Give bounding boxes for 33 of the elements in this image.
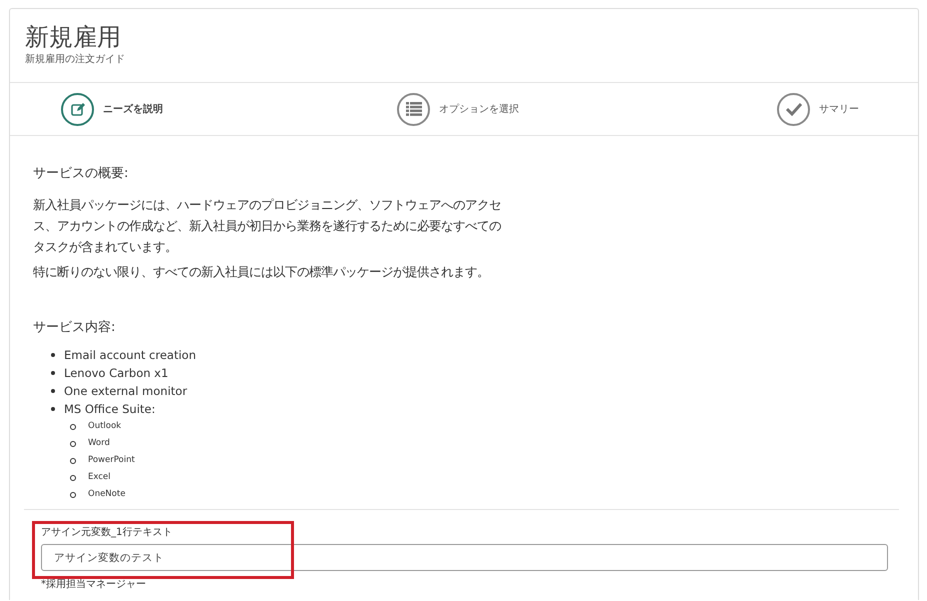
list-item: Excel — [88, 471, 111, 484]
paragraph: 新入社員パッケージには、ハードウェアのプロビジョニング、ソフトウェアへのアクセス、アカウントの作成など、新入社員が初日から業務を遂行するために必要なすべてのタスクが含まれています。 — [33, 196, 502, 256]
edit-icon[interactable] — [61, 92, 94, 126]
input-field[interactable]: アサイン変数のテスト — [41, 544, 888, 571]
list-item: PowerPoint — [88, 454, 135, 467]
step-label[interactable]: サマリー — [819, 102, 859, 116]
list-item: Lenovo Carbon x1 — [64, 365, 168, 382]
bullet-icon — [70, 492, 76, 498]
bullet-icon — [70, 458, 76, 464]
list-item: One external monitor — [64, 383, 188, 400]
bullet-icon — [70, 440, 76, 446]
list-item: Email account creation — [64, 347, 196, 364]
list-item: MS Office Suite: — [64, 401, 156, 418]
bullet-icon — [70, 474, 76, 480]
page-subtitle: 新規雇用の注文ガイド — [25, 52, 126, 66]
list-item: Word — [88, 437, 110, 450]
field-label: *採用担当マネージャー — [41, 578, 147, 591]
paragraph: 特に断りのない限り、すべての新入社員には以下の標準パッケージが提供されます。 — [33, 263, 490, 281]
page-title: 新規雇用 — [25, 23, 122, 51]
list-item: Outlook — [88, 420, 122, 433]
checkmark-icon[interactable] — [777, 92, 810, 126]
field-label: アサイン元変数_1行テキスト — [41, 526, 174, 539]
step-label[interactable]: ニーズを説明 — [103, 102, 163, 116]
list-icon[interactable] — [397, 92, 430, 126]
bullet-icon — [51, 407, 55, 411]
section-heading: サービス内容: — [33, 319, 116, 336]
bullet-icon — [51, 353, 55, 357]
bullet-icon — [51, 389, 55, 393]
list-item: OneNote — [88, 488, 126, 501]
section-heading: サービスの概要: — [33, 165, 130, 182]
step-label[interactable]: オプションを選択 — [439, 102, 519, 116]
bullet-icon — [51, 371, 55, 375]
bullet-icon — [70, 424, 76, 430]
